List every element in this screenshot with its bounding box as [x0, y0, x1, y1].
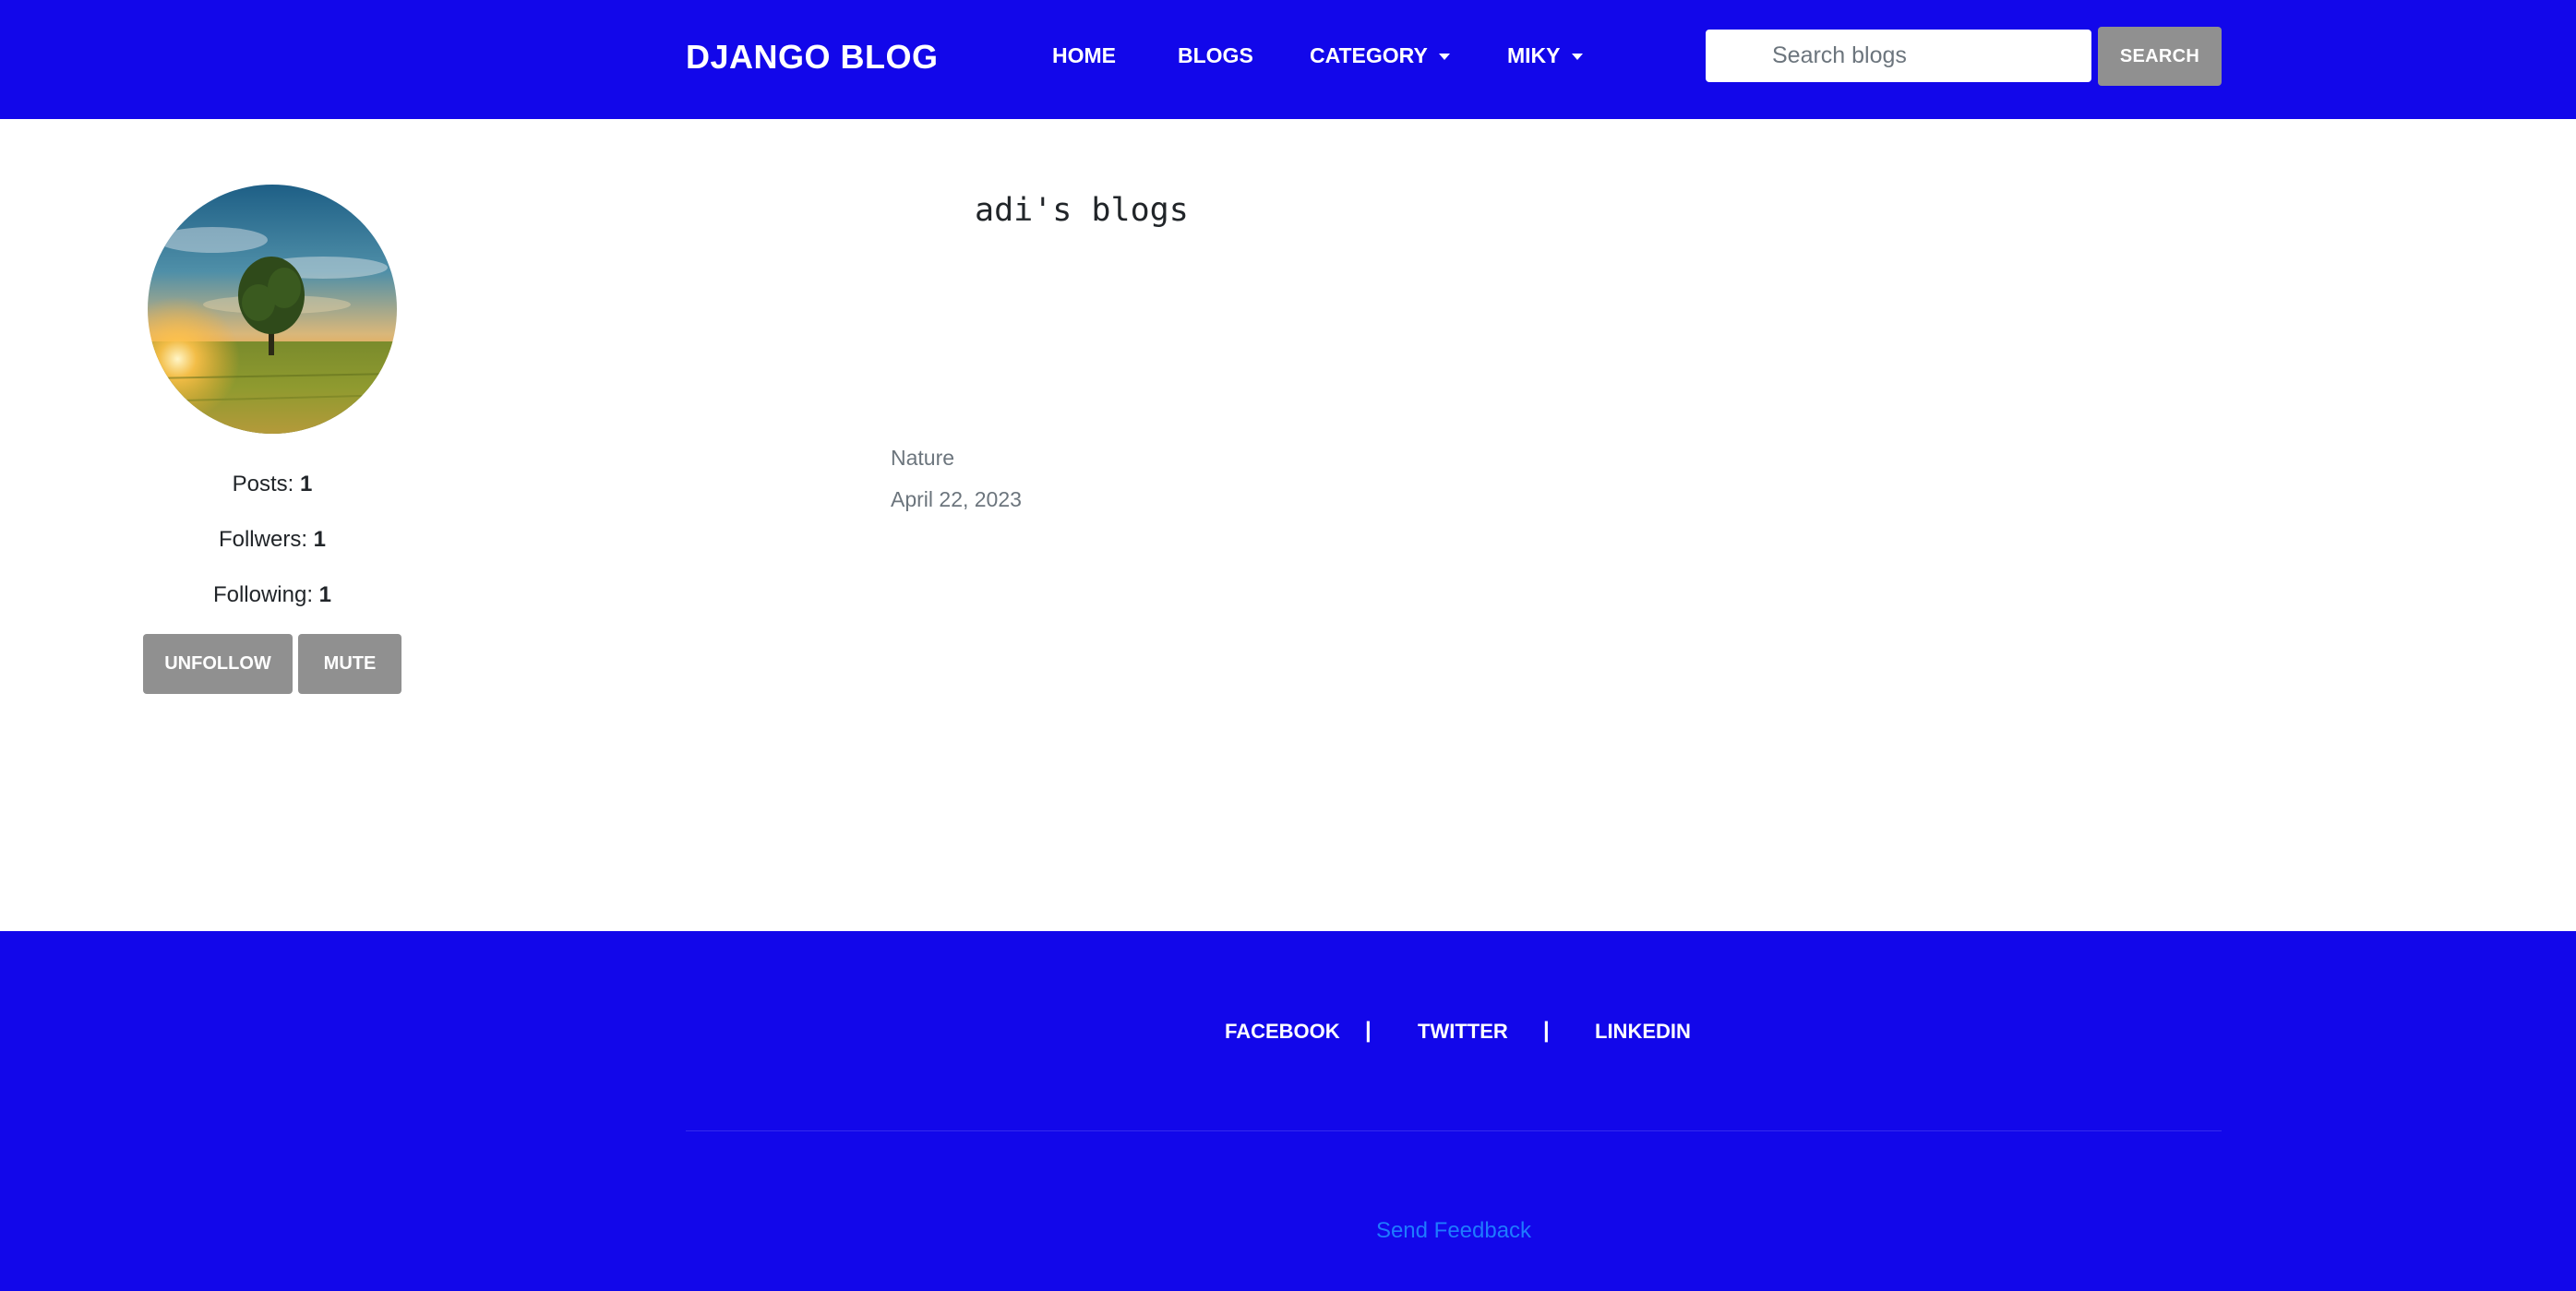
nav-item-user-menu[interactable]: MIKY: [1507, 41, 1583, 70]
following-count: Following: 1: [143, 580, 401, 610]
following-value: 1: [318, 582, 332, 607]
nav-item-label: MIKY: [1507, 43, 1561, 67]
landscape-photo-icon: [148, 185, 397, 434]
footer-link-facebook[interactable]: FACEBOOK: [1225, 1019, 1340, 1045]
mute-button[interactable]: MUTE: [298, 634, 401, 694]
footer-link-linkedin[interactable]: LINKEDIN: [1595, 1019, 1691, 1045]
posts-count: Posts: 1: [143, 470, 401, 499]
avatar: [148, 185, 397, 434]
search-button[interactable]: SEARCH: [2098, 27, 2222, 86]
nav-item-home[interactable]: HOME: [1052, 41, 1116, 70]
nav-item-label: CATEGORY: [1310, 43, 1428, 67]
footer-link-twitter[interactable]: TWITTER: [1418, 1019, 1508, 1045]
posts-label: Posts:: [232, 472, 294, 496]
footer-divider: [686, 1130, 2222, 1131]
footer-separator: |: [1365, 1018, 1372, 1043]
search-input[interactable]: [1706, 30, 2091, 82]
nav-item-category[interactable]: CATEGORY: [1310, 41, 1450, 70]
site-brand[interactable]: DJANGO BLOG: [686, 35, 939, 79]
following-label: Following:: [212, 582, 313, 607]
followers-count: Follwers: 1: [143, 525, 401, 555]
nav-item-label: HOME: [1052, 43, 1116, 67]
followers-value: 1: [313, 527, 327, 552]
chevron-down-icon: [1571, 54, 1583, 61]
send-feedback-link[interactable]: Send Feedback: [1200, 1217, 1707, 1245]
post-date: April 22, 2023: [891, 487, 1022, 511]
nav-item-blogs[interactable]: BLOGS: [1178, 41, 1253, 70]
top-navbar: DJANGO BLOG HOME BLOGS CATEGORY MIKY SEA…: [0, 0, 2576, 119]
unfollow-button[interactable]: UNFOLLOW: [143, 634, 293, 694]
chevron-down-icon: [1438, 54, 1450, 61]
followers-label: Follwers:: [218, 527, 307, 552]
nav-item-label: BLOGS: [1178, 43, 1253, 67]
post-category[interactable]: Nature: [891, 444, 954, 472]
page-title: adi's blogs: [975, 192, 1189, 229]
posts-value: 1: [300, 472, 313, 496]
footer-separator: |: [1543, 1018, 1550, 1043]
